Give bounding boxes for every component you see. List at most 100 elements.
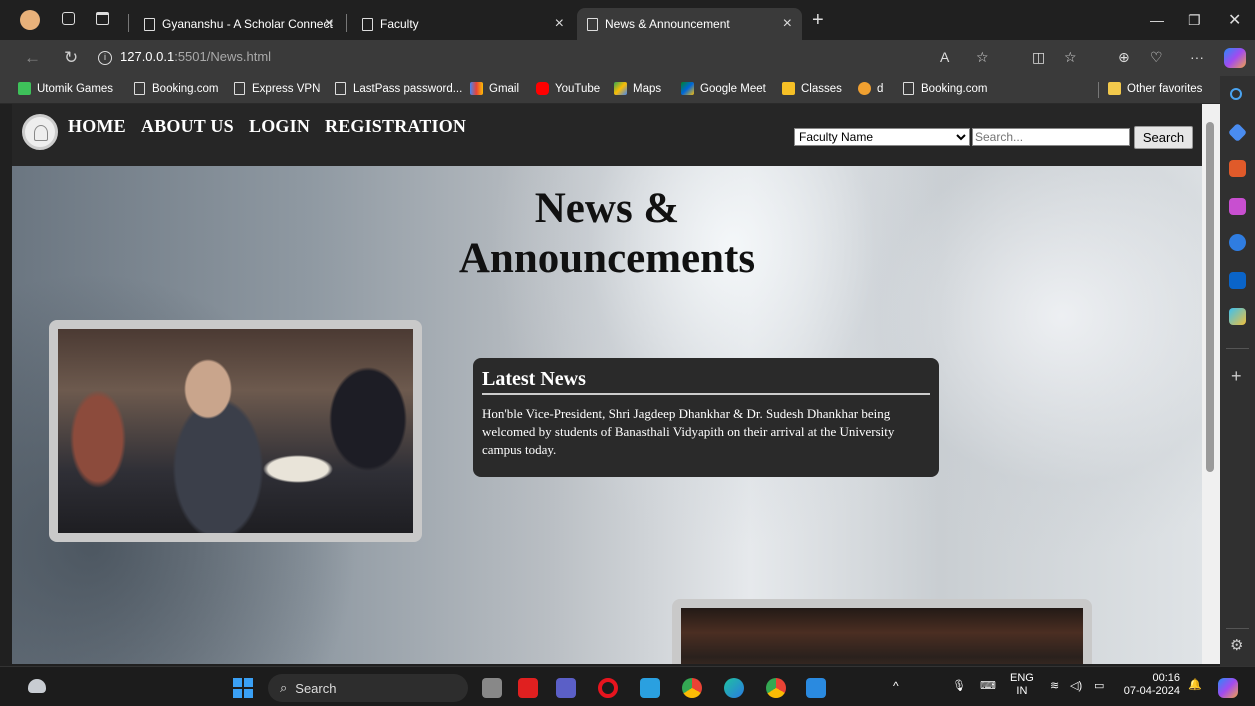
close-icon[interactable]: × bbox=[325, 15, 334, 33]
more-icon[interactable]: ··· bbox=[1190, 49, 1204, 65]
copilot-taskbar-icon[interactable] bbox=[1218, 678, 1238, 698]
nav-about-us[interactable]: ABOUT US bbox=[141, 116, 234, 137]
tag-icon[interactable] bbox=[1227, 122, 1248, 143]
keyboard-icon[interactable]: ⌨ bbox=[980, 679, 996, 692]
url-field[interactable]: 127.0.0.1:5501/News.html bbox=[120, 49, 271, 64]
tools-icon[interactable] bbox=[1229, 160, 1246, 177]
microphone-icon[interactable]: 🎙 bbox=[952, 679, 966, 692]
search-input[interactable] bbox=[972, 128, 1130, 146]
bookmark-expressvpn[interactable]: Express VPN bbox=[234, 82, 320, 95]
opera-icon[interactable] bbox=[598, 678, 618, 698]
close-icon[interactable]: × bbox=[555, 15, 564, 33]
faculty-filter-select[interactable]: Faculty Name bbox=[794, 128, 970, 146]
volume-icon[interactable]: ◁) bbox=[1070, 679, 1082, 692]
nav-registration[interactable]: REGISTRATION bbox=[325, 116, 466, 137]
info-icon[interactable]: i bbox=[98, 51, 112, 65]
profile-avatar[interactable] bbox=[20, 10, 40, 30]
heart-icon[interactable]: ♡ bbox=[1150, 49, 1163, 66]
search-icon: ⌕ bbox=[280, 680, 288, 695]
battery-icon[interactable]: ▭ bbox=[1094, 679, 1104, 692]
read-aloud-icon[interactable]: A bbox=[940, 49, 949, 65]
bookmark-youtube[interactable]: YouTube bbox=[536, 82, 600, 95]
youtube-app-icon[interactable] bbox=[518, 678, 538, 698]
tab-faculty[interactable]: Faculty × bbox=[352, 8, 574, 40]
clock[interactable]: 00:16 07-04-2024 bbox=[1120, 672, 1180, 698]
bookmark-label: Booking.com bbox=[152, 82, 219, 95]
youtube-icon bbox=[536, 82, 549, 95]
tab-actions-icon[interactable] bbox=[96, 12, 109, 25]
bookmark-label: Utomik Games bbox=[37, 82, 114, 95]
bookmark-booking-2[interactable]: Booking.com bbox=[903, 82, 987, 95]
collections-icon[interactable]: ⊕ bbox=[1118, 49, 1130, 66]
address-toolbar: ← ↻ i 127.0.0.1:5501/News.html A ☆ ◫ ☆ ⊕… bbox=[0, 40, 1255, 76]
chevron-up-icon[interactable]: ^ bbox=[893, 679, 899, 693]
copilot-icon[interactable] bbox=[1224, 48, 1246, 68]
new-tab-icon[interactable]: + bbox=[812, 9, 824, 32]
nav-home[interactable]: HOME bbox=[68, 116, 126, 137]
nav-login[interactable]: LOGIN bbox=[249, 116, 310, 137]
bookmarks-bar: Utomik Games Booking.com Express VPN Las… bbox=[0, 76, 1220, 104]
search-icon[interactable] bbox=[1230, 88, 1242, 100]
language-indicator[interactable]: ENG IN bbox=[1010, 672, 1034, 698]
games-icon[interactable] bbox=[1229, 198, 1246, 215]
bookmark-separator bbox=[1098, 82, 1099, 98]
tab-separator bbox=[346, 14, 347, 32]
refresh-icon[interactable]: ↻ bbox=[64, 48, 78, 68]
add-icon[interactable]: + bbox=[1231, 366, 1242, 387]
scrollbar-thumb[interactable] bbox=[1206, 122, 1214, 472]
university-logo[interactable] bbox=[22, 114, 58, 150]
windows-start-icon[interactable] bbox=[233, 678, 253, 698]
sidebar-divider bbox=[1226, 628, 1249, 629]
split-screen-icon[interactable]: ◫ bbox=[1032, 49, 1045, 66]
settings-icon[interactable]: ⚙ bbox=[1230, 636, 1243, 654]
second-photo bbox=[681, 608, 1083, 664]
desktop-app-icon[interactable] bbox=[640, 678, 660, 698]
notification-bell-icon[interactable]: 🔔 bbox=[1188, 678, 1202, 691]
bookmark-label: Gmail bbox=[489, 82, 520, 95]
page-icon bbox=[587, 17, 598, 31]
bookmark-classes[interactable]: Classes bbox=[782, 82, 842, 95]
page-scrollbar[interactable] bbox=[1202, 104, 1220, 664]
language-code: ENG bbox=[1010, 672, 1034, 684]
bookmark-gmail[interactable]: Gmail bbox=[470, 82, 519, 95]
other-favorites[interactable]: Other favorites bbox=[1108, 82, 1202, 95]
vscode-icon[interactable] bbox=[806, 678, 826, 698]
taskbar-search-label: Search bbox=[295, 680, 337, 696]
utomik-icon bbox=[18, 82, 31, 95]
bookmark-lastpass[interactable]: LastPass password... bbox=[335, 82, 462, 95]
chrome-profile-icon[interactable] bbox=[766, 678, 786, 698]
tab-gyananshu[interactable]: Gyananshu - A Scholar Connect × bbox=[134, 8, 344, 40]
restore-icon[interactable]: ❐ bbox=[1188, 12, 1201, 29]
workspaces-icon[interactable] bbox=[62, 12, 75, 25]
edge-icon[interactable] bbox=[724, 678, 744, 698]
teams-icon[interactable] bbox=[556, 678, 576, 698]
bookmark-maps[interactable]: Maps bbox=[614, 82, 661, 95]
wifi-icon[interactable]: ≋ bbox=[1050, 679, 1059, 692]
drop-icon[interactable] bbox=[1229, 308, 1246, 325]
bookmark-google-meet[interactable]: Google Meet bbox=[681, 82, 766, 95]
browser-tab-strip: Gyananshu - A Scholar Connect × Faculty … bbox=[0, 0, 1255, 40]
search-button[interactable]: Search bbox=[1134, 126, 1193, 149]
minimize-icon[interactable]: — bbox=[1150, 12, 1164, 28]
bookmark-label: d bbox=[877, 82, 884, 95]
bookmark-label: Express VPN bbox=[252, 82, 321, 95]
bookmark-utomik[interactable]: Utomik Games bbox=[18, 82, 113, 95]
close-icon[interactable]: × bbox=[783, 15, 792, 33]
close-window-icon[interactable]: ✕ bbox=[1228, 10, 1241, 30]
bookmark-d[interactable]: d bbox=[858, 82, 883, 95]
latest-news-text: Hon'ble Vice-President, Shri Jagdeep Dha… bbox=[482, 406, 895, 457]
back-icon[interactable]: ← bbox=[24, 48, 41, 68]
page-icon bbox=[903, 82, 914, 95]
task-view-icon[interactable] bbox=[482, 678, 502, 698]
page-title-line2: Announcements bbox=[458, 235, 756, 282]
bookmark-booking[interactable]: Booking.com bbox=[134, 82, 218, 95]
weather-icon[interactable] bbox=[28, 679, 46, 693]
taskbar-search[interactable]: ⌕ Search bbox=[268, 674, 468, 702]
edge-sidebar: + ⚙ bbox=[1220, 76, 1255, 666]
chrome-icon[interactable] bbox=[682, 678, 702, 698]
favorites-icon[interactable]: ☆ bbox=[1064, 49, 1077, 66]
copilot-sidebar-icon[interactable] bbox=[1229, 234, 1246, 251]
tab-news[interactable]: News & Announcement × bbox=[577, 8, 802, 40]
favorite-star-icon[interactable]: ☆ bbox=[976, 49, 989, 66]
outlook-icon[interactable] bbox=[1229, 272, 1246, 289]
